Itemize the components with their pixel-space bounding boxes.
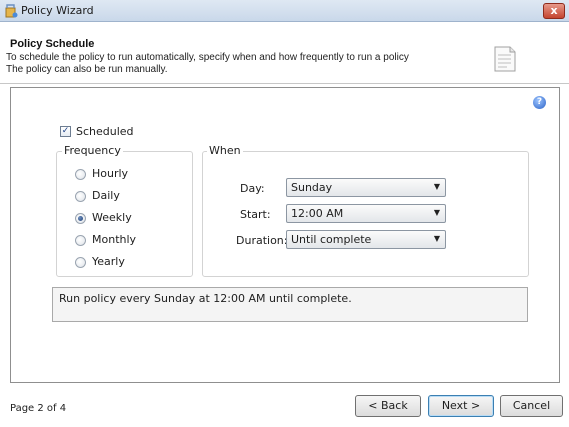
- day-select[interactable]: Sunday ▼: [286, 178, 446, 197]
- wizard-header: Policy Schedule To schedule the policy t…: [0, 22, 569, 84]
- scheduled-checkbox[interactable]: ✓: [60, 126, 71, 137]
- day-label: Day:: [240, 182, 265, 195]
- scheduled-label[interactable]: Scheduled: [76, 125, 134, 138]
- schedule-document-icon: [494, 46, 516, 72]
- duration-label: Duration:: [236, 234, 288, 247]
- chevron-down-icon: ▼: [433, 234, 440, 243]
- duration-select[interactable]: Until complete ▼: [286, 230, 446, 249]
- hourly-label[interactable]: Hourly: [92, 167, 128, 180]
- daily-radio[interactable]: [75, 191, 86, 202]
- policy-wizard-app-icon: [5, 4, 18, 18]
- day-select-value: Sunday: [291, 181, 333, 194]
- frequency-legend: Frequency: [62, 144, 123, 157]
- page-description: To schedule the policy to run automatica…: [6, 52, 409, 76]
- page-description-line-1: To schedule the policy to run automatica…: [6, 52, 409, 63]
- window-title: Policy Wizard: [21, 4, 94, 17]
- page-title: Policy Schedule: [10, 38, 95, 50]
- duration-select-value: Until complete: [291, 233, 372, 246]
- page-description-line-2: The policy can also be run manually.: [6, 64, 168, 75]
- monthly-label[interactable]: Monthly: [92, 233, 136, 246]
- close-button[interactable]: x: [543, 3, 565, 19]
- hourly-radio[interactable]: [75, 169, 86, 180]
- yearly-radio[interactable]: [75, 257, 86, 268]
- weekly-radio[interactable]: [75, 213, 86, 224]
- monthly-radio[interactable]: [75, 235, 86, 246]
- chevron-down-icon: ▼: [433, 182, 440, 191]
- cancel-button[interactable]: Cancel: [500, 395, 563, 417]
- when-legend: When: [207, 144, 243, 157]
- start-select-value: 12:00 AM: [291, 207, 344, 220]
- start-label: Start:: [240, 208, 271, 221]
- next-button[interactable]: Next >: [428, 395, 494, 417]
- yearly-label[interactable]: Yearly: [92, 255, 125, 268]
- chevron-down-icon: ▼: [433, 208, 440, 217]
- weekly-label[interactable]: Weekly: [92, 211, 132, 224]
- daily-label[interactable]: Daily: [92, 189, 120, 202]
- start-select[interactable]: 12:00 AM ▼: [286, 204, 446, 223]
- back-button[interactable]: < Back: [355, 395, 421, 417]
- page-indicator: Page 2 of 4: [10, 403, 67, 414]
- title-bar: Policy Wizard x: [0, 0, 569, 22]
- schedule-summary: Run policy every Sunday at 12:00 AM unti…: [52, 287, 528, 322]
- help-icon[interactable]: ?: [533, 96, 546, 109]
